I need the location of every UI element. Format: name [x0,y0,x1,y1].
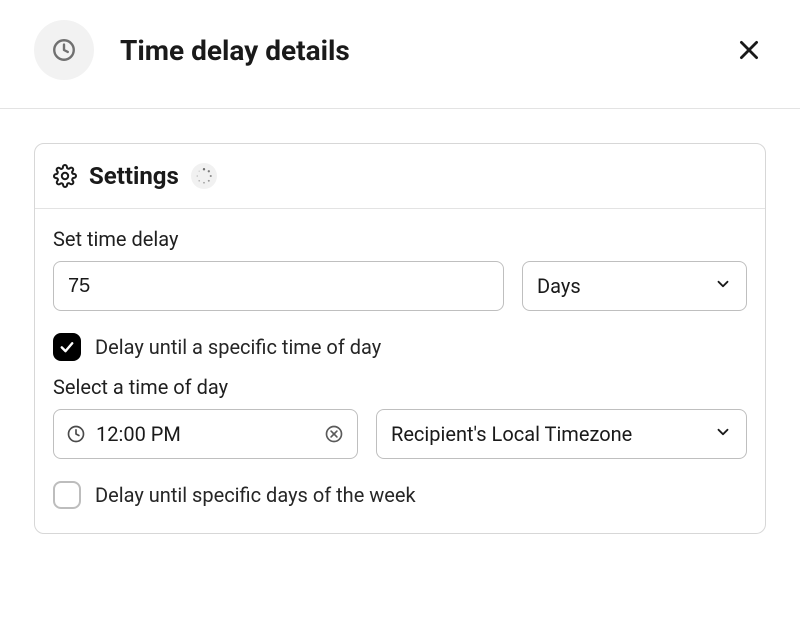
clear-icon [324,424,344,444]
time-delay-unit-select[interactable]: Days [522,261,747,311]
settings-card-header: Settings [35,144,765,209]
settings-title: Settings [89,162,179,190]
time-of-day-label: Select a time of day [53,375,747,399]
delay-time-of-day-label: Delay until a specific time of day [95,335,381,359]
gear-icon [53,164,77,188]
close-icon [736,37,762,63]
close-button[interactable] [732,33,766,67]
delay-time-of-day-checkbox[interactable] [53,333,81,361]
time-delay-unit-value: Days [537,274,581,298]
settings-card-body: Set time delay Days [35,209,765,533]
time-of-day-input[interactable]: 12:00 PM [53,409,358,459]
clear-time-button[interactable] [323,423,345,445]
delay-days-of-week-checkbox[interactable] [53,481,81,509]
clock-icon [51,37,77,63]
time-of-day-value: 12:00 PM [96,422,313,446]
chevron-down-icon [714,422,732,446]
time-delay-label: Set time delay [53,227,747,251]
delay-days-of-week-row: Delay until specific days of the week [53,481,747,509]
dialog-title: Time delay details [120,34,732,67]
dialog-header: Time delay details [0,0,800,108]
time-delay-row: Days [53,261,747,311]
delay-time-of-day-row: Delay until a specific time of day [53,333,747,361]
delay-days-of-week-label: Delay until specific days of the week [95,483,416,507]
loading-spinner-icon [191,163,217,189]
clock-icon [66,424,86,444]
time-of-day-row: 12:00 PM Recipient's Local Timezone [53,409,747,459]
timezone-value: Recipient's Local Timezone [391,422,632,446]
settings-card: Settings Set time delay [34,143,766,534]
timezone-select[interactable]: Recipient's Local Timezone [376,409,747,459]
time-delay-input[interactable] [53,261,504,311]
clock-icon-badge [34,20,94,80]
dialog-content: Settings Set time delay [0,109,800,534]
chevron-down-icon [714,274,732,298]
check-icon [58,338,76,356]
